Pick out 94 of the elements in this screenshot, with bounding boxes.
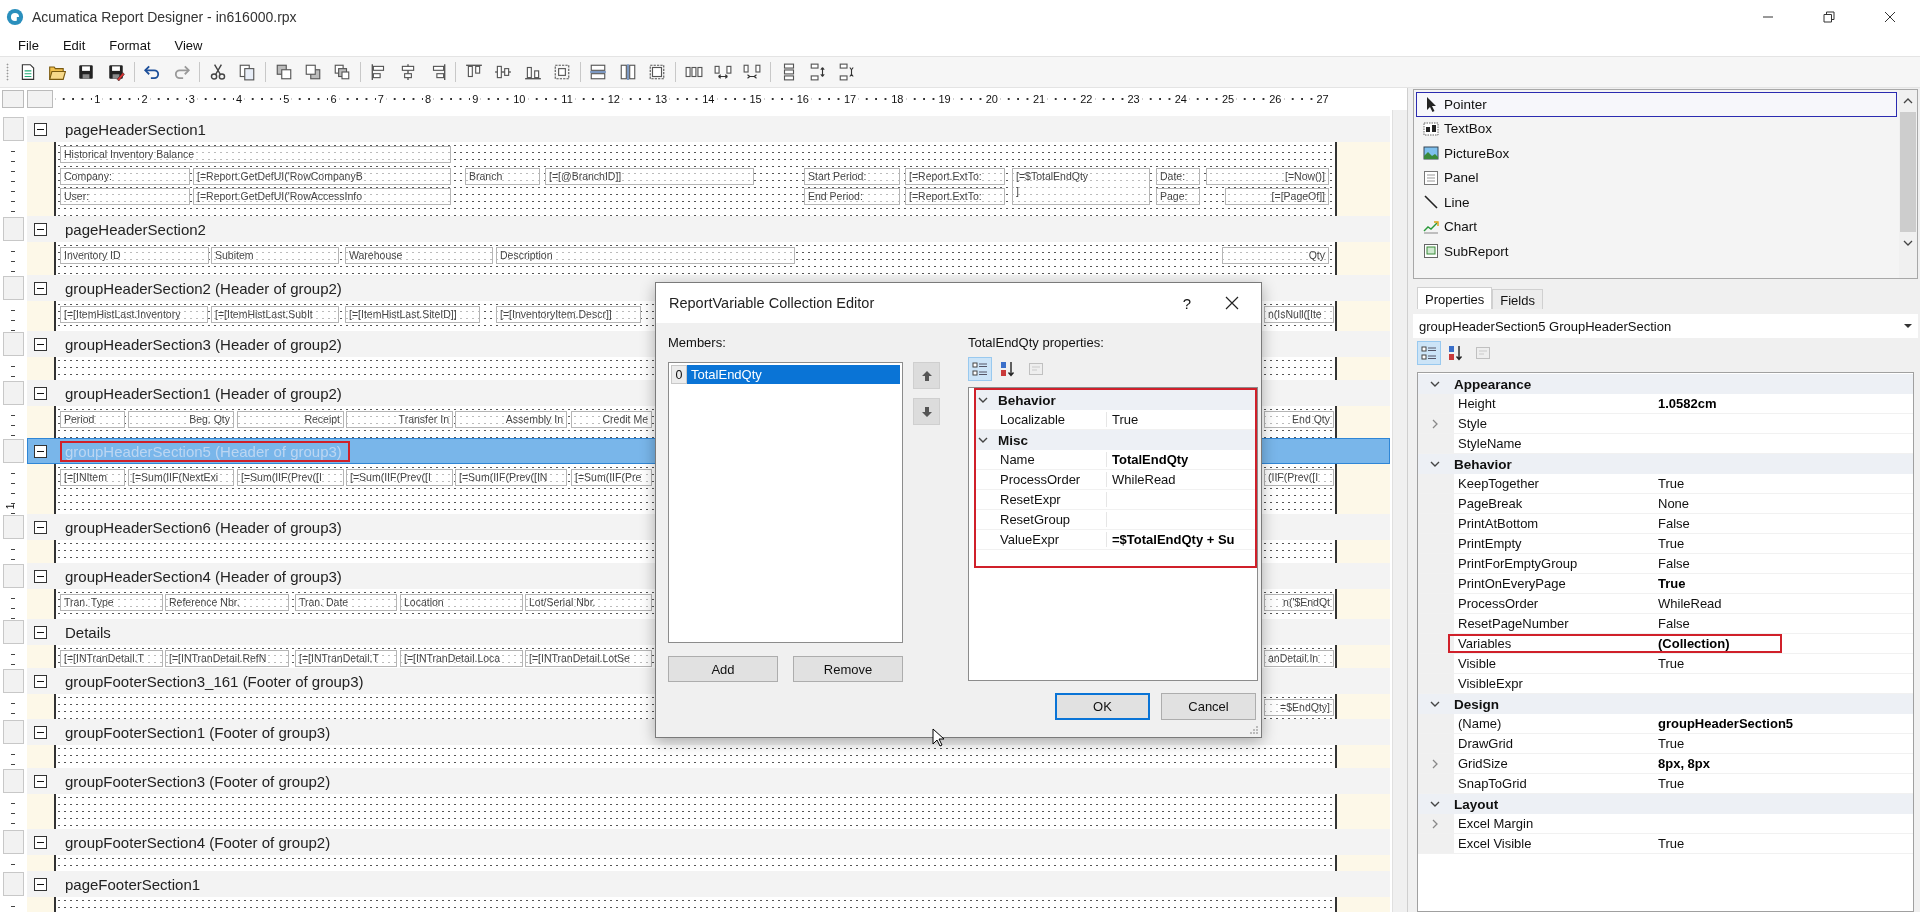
ruler-number: 15 — [749, 93, 762, 105]
section-title: groupHeaderSection6 (Header of group3) — [64, 517, 343, 538]
property-value: (Collection) — [1658, 636, 1730, 651]
member-index: 0 — [671, 365, 687, 384]
category-label: Misc — [998, 432, 1028, 448]
ruler-number: 6 — [330, 93, 337, 105]
ruler-number: 21 — [1033, 93, 1046, 105]
property-name: PrintAtBottom — [1457, 516, 1540, 531]
ruler-number: 14 — [702, 93, 715, 105]
ruler-number: 13 — [655, 93, 668, 105]
section-title: pageHeaderSection2 — [64, 219, 207, 240]
ruler-number: 26 — [1269, 93, 1282, 105]
members-label: Members: — [668, 335, 727, 352]
property-name: DrawGrid — [1457, 736, 1514, 751]
property-value: None — [1658, 496, 1690, 511]
property-value: True — [1658, 836, 1685, 851]
property-name: ProcessOrder — [1457, 596, 1540, 611]
category-label: Appearance — [1454, 376, 1532, 392]
ruler-number: 16 — [796, 93, 809, 105]
ruler-number: 7 — [377, 93, 384, 105]
property-name: Excel Visible — [1457, 836, 1533, 851]
section-title: groupFooterSection1 (Footer of group3) — [64, 722, 332, 743]
section-title: groupHeaderSection2 (Header of group2) — [64, 278, 343, 299]
property-name: ResetExpr — [990, 492, 1107, 507]
section-title: groupFooterSection3_161 (Footer of group3) — [64, 671, 365, 692]
ruler-mark: 1 — [5, 503, 17, 510]
property-name: PrintEmpty — [1457, 536, 1523, 551]
property-name: ValueExpr — [990, 532, 1107, 547]
ruler-number: 8 — [424, 93, 431, 105]
ruler-number: 10 — [513, 93, 526, 105]
property-value: False — [1658, 616, 1690, 631]
category-label: Layout — [1454, 796, 1499, 812]
ruler-number: 11 — [561, 93, 573, 105]
property-name: PrintForEmptyGroup — [1457, 556, 1579, 571]
property-name: Name — [990, 452, 1107, 467]
ruler-number: 2 — [141, 93, 148, 105]
section-title: pageHeaderSection1 — [64, 119, 207, 140]
property-value: groupHeaderSection5 — [1658, 716, 1794, 731]
property-name: Localizable — [990, 412, 1107, 427]
property-name: PageBreak — [1457, 496, 1524, 511]
ruler-number: 5 — [283, 93, 290, 105]
property-name: Variables — [1457, 636, 1513, 651]
property-name: GridSize — [1457, 756, 1509, 771]
property-name: Visible — [1457, 656, 1498, 671]
property-name: ResetPageNumber — [1457, 616, 1570, 631]
category-label: Behavior — [998, 392, 1056, 408]
property-name: StyleName — [1457, 436, 1523, 451]
property-name: Height — [1457, 396, 1497, 411]
ruler-number: 9 — [472, 93, 479, 105]
ruler-number: 23 — [1127, 93, 1140, 105]
ruler-number: 22 — [1080, 93, 1093, 105]
category-label: Behavior — [1454, 456, 1512, 472]
property-value: True — [1658, 776, 1685, 791]
section-title: groupFooterSection4 (Footer of group2) — [64, 832, 332, 853]
property-value: True — [1658, 656, 1685, 671]
ruler-number: 19 — [938, 93, 951, 105]
property-value: 1.0582cm — [1658, 396, 1717, 411]
section-title: Details — [64, 622, 112, 643]
property-name: VisibleExpr — [1457, 676, 1524, 691]
section-title: pageFooterSection1 — [64, 874, 202, 895]
window-title: Acumatica Report Designer - in616000.rpx — [32, 9, 297, 25]
ruler-number: 4 — [235, 93, 242, 105]
ruler-number: 12 — [607, 93, 620, 105]
section-title: groupFooterSection3 (Footer of group2) — [64, 771, 332, 792]
ruler-number: 27 — [1316, 93, 1329, 105]
ruler-number: 20 — [985, 93, 998, 105]
property-name: SnapToGrid — [1457, 776, 1528, 791]
property-name: (Name) — [1457, 716, 1503, 731]
ruler-number: 17 — [844, 93, 857, 105]
property-value: True — [1658, 536, 1685, 551]
property-name: Excel Margin — [1457, 816, 1535, 831]
property-name: ProcessOrder — [990, 472, 1107, 487]
property-value: True — [1658, 576, 1686, 591]
section-title: groupHeaderSection5 (Header of group3) — [60, 440, 350, 462]
property-name: PrintOnEveryPage — [1457, 576, 1567, 591]
property-name: Style — [1457, 416, 1488, 431]
property-value: WhileRead — [1658, 596, 1722, 611]
property-value: True — [1658, 476, 1685, 491]
property-value: False — [1658, 516, 1690, 531]
ruler-number: 24 — [1174, 93, 1187, 105]
ruler-number: 1 — [94, 93, 101, 105]
section-title: groupHeaderSection1 (Header of group2) — [64, 383, 343, 404]
property-value: True — [1658, 736, 1685, 751]
property-name: KeepTogether — [1457, 476, 1540, 491]
ruler-number: 25 — [1222, 93, 1235, 105]
category-label: Design — [1454, 696, 1499, 712]
property-value: False — [1658, 556, 1690, 571]
ruler-number: 3 — [188, 93, 195, 105]
property-name: ResetGroup — [990, 512, 1107, 527]
properties-label: TotalEndQty properties: — [968, 335, 1105, 352]
section-title: groupHeaderSection3 (Header of group2) — [64, 334, 343, 355]
property-value: 8px, 8px — [1658, 756, 1711, 771]
section-title: groupHeaderSection4 (Header of group3) — [64, 566, 343, 587]
ruler-number: 18 — [891, 93, 904, 105]
